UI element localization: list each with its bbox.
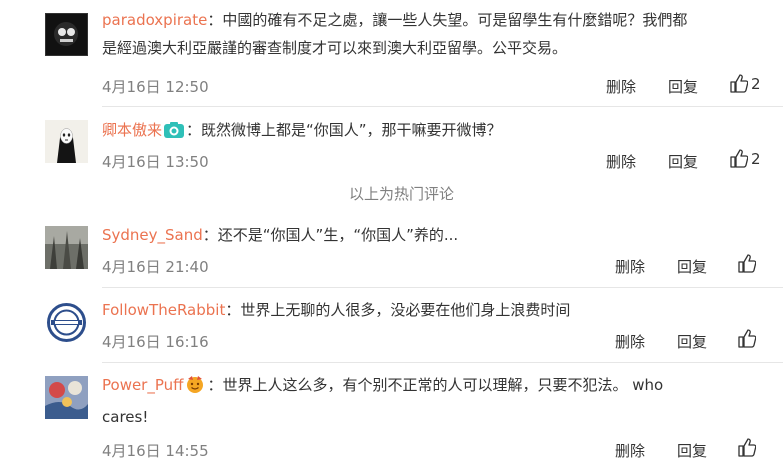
like-button[interactable]: 2 [730, 74, 761, 93]
emoji-badge-icon [184, 374, 206, 403]
like-count: 2 [751, 149, 761, 168]
camera-badge-icon [163, 120, 185, 148]
comment-content: ：世界上无聊的人很多，没必要在他们身上浪费时间 [225, 301, 571, 319]
comment-content: ：世界上人这么多，有个别不正常的人可以理解，只要不犯法。 who [207, 376, 664, 394]
like-button[interactable] [738, 329, 756, 348]
username-link[interactable]: Sydney_Sand [102, 226, 203, 244]
reply-button[interactable]: 回复 [677, 331, 707, 352]
delete-button[interactable]: 删除 [615, 440, 645, 461]
delete-button[interactable]: 删除 [615, 331, 645, 352]
delete-button[interactable]: 删除 [615, 256, 645, 277]
comment-text: Power_Puff ：世界上人这么多，有个别不正常的人可以理解，只要不犯法。 w… [102, 371, 762, 431]
like-icon [730, 74, 748, 93]
reply-button[interactable]: 回复 [668, 151, 698, 172]
delete-button[interactable]: 删除 [606, 76, 636, 97]
comment-text: Sydney_Sand：还不是“你国人”生，“你国人”养的... [102, 221, 762, 249]
comment-time: 4月16日 13:50 [102, 153, 209, 171]
reply-button[interactable]: 回复 [677, 256, 707, 277]
avatar[interactable] [45, 376, 88, 419]
username-link[interactable]: FollowTheRabbit [102, 301, 225, 319]
like-count: 2 [751, 74, 761, 93]
like-icon [738, 254, 756, 273]
username-link[interactable]: paradoxpirate [102, 11, 207, 29]
comment-content-line2: 是經過澳大利亞嚴謹的審查制度才可以來到澳大利亞留學。公平交易。 [102, 39, 568, 57]
comment-time: 4月16日 12:50 [102, 78, 209, 96]
reply-button[interactable]: 回复 [677, 440, 707, 461]
delete-button[interactable]: 删除 [606, 151, 636, 172]
comment-text: FollowTheRabbit：世界上无聊的人很多，没必要在他们身上浪费时间 [102, 296, 762, 324]
like-icon [738, 438, 756, 457]
like-icon [730, 149, 748, 168]
comment-text: paradoxpirate：中國的確有不足之處，讓一些人失望。可是留學生有什麼錯… [102, 6, 762, 62]
comment-content-line2: cares! [102, 408, 149, 426]
divider [102, 106, 783, 107]
comment-text: 卿本傲来 ：既然微博上都是“你国人”，那干嘛要开微博？ [102, 116, 762, 148]
avatar[interactable] [45, 120, 88, 163]
like-button[interactable]: 2 [730, 149, 761, 168]
avatar[interactable] [45, 301, 88, 344]
comment-time: 4月16日 16:16 [102, 333, 209, 351]
comment-content: ：中國的確有不足之處，讓一些人失望。可是留學生有什麼錯呢？我們都 [207, 11, 688, 29]
username-link[interactable]: 卿本傲来 [102, 121, 162, 139]
comment-content: ：还不是“你国人”生，“你国人”养的... [202, 226, 459, 244]
like-button[interactable] [738, 438, 756, 457]
divider [102, 362, 783, 363]
like-button[interactable] [738, 254, 756, 273]
comment-content: ：既然微博上都是“你国人”，那干嘛要开微博？ [186, 121, 502, 139]
divider [102, 287, 783, 288]
comment-time: 4月16日 14:55 [102, 442, 209, 460]
reply-button[interactable]: 回复 [668, 76, 698, 97]
hot-comments-label: 以上为热门评论 [348, 185, 454, 203]
avatar[interactable] [45, 13, 88, 56]
like-icon [738, 329, 756, 348]
comment-time: 4月16日 21:40 [102, 258, 209, 276]
avatar[interactable] [45, 226, 88, 269]
username-link[interactable]: Power_Puff [102, 376, 183, 394]
